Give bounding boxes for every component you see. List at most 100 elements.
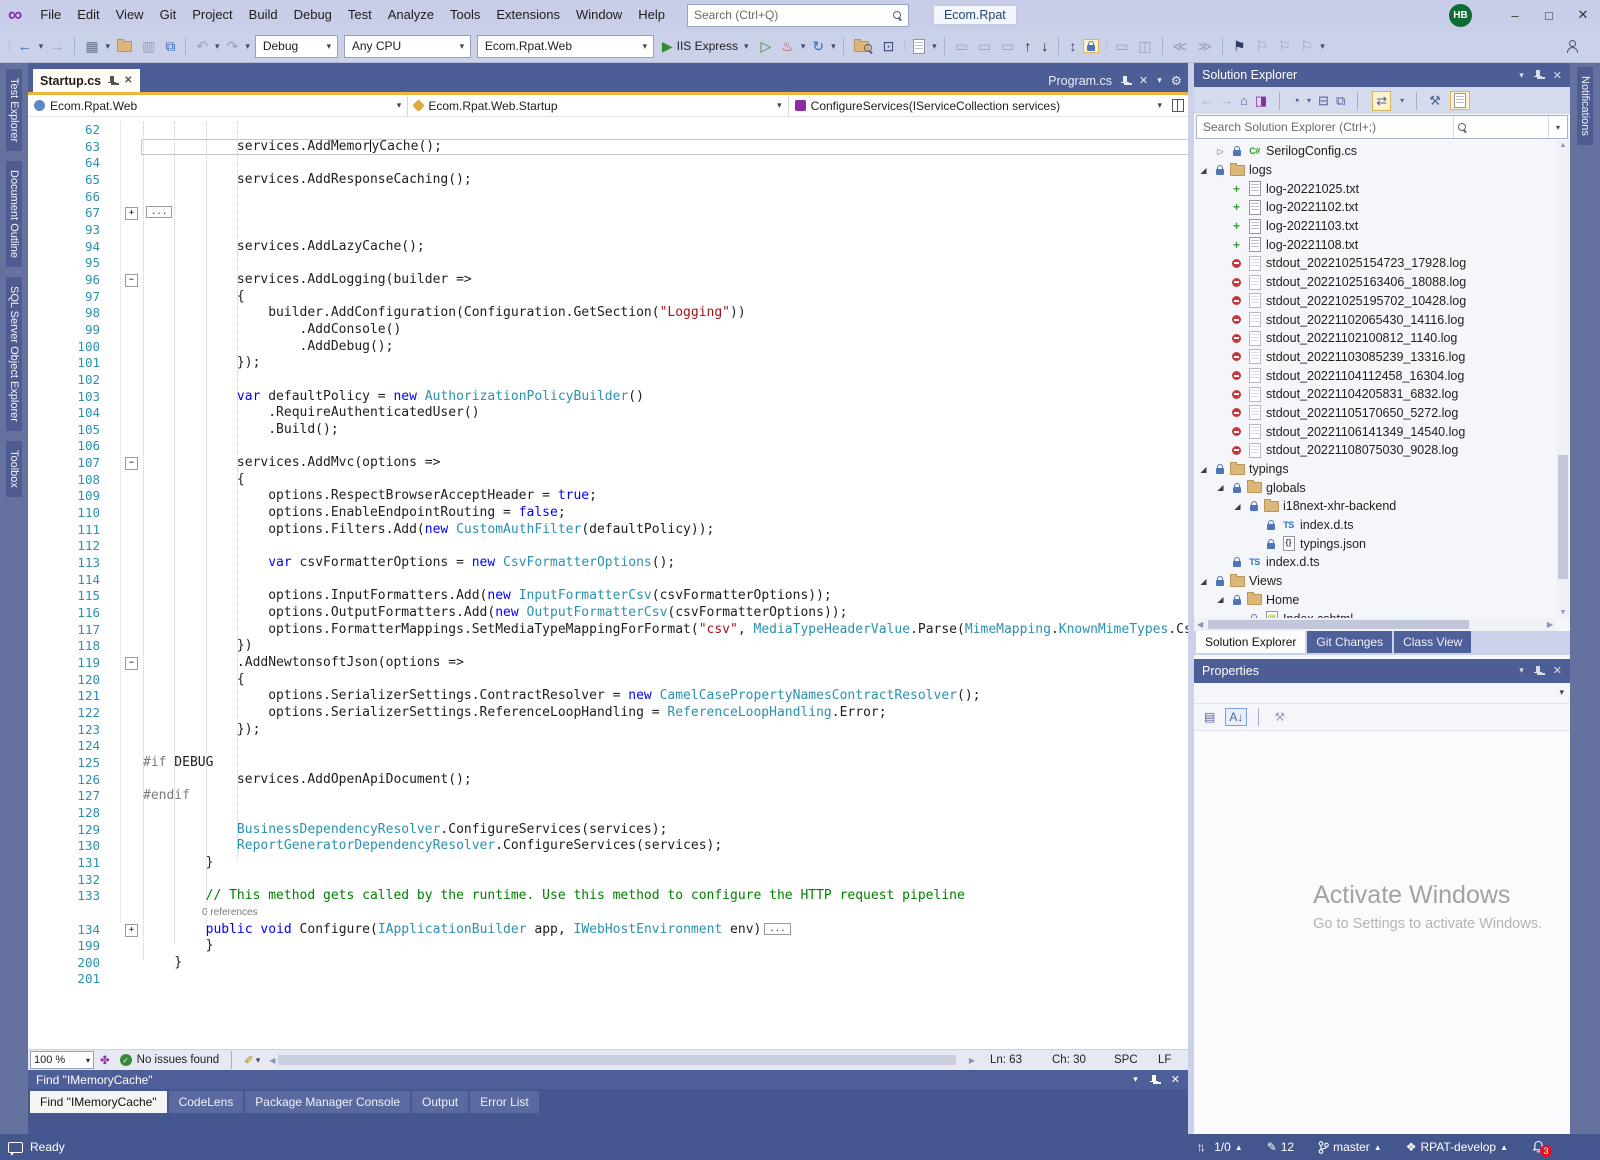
code-line[interactable]: 67 +... bbox=[28, 205, 1188, 222]
code-line[interactable]: 113 var csvFormatterOptions = new CsvFor… bbox=[28, 555, 1188, 572]
member-dropdown[interactable]: ConfigureServices(IServiceCollection ser… bbox=[789, 95, 1168, 116]
code-line[interactable]: 124 bbox=[28, 738, 1188, 755]
navigate-back-button[interactable]: ← bbox=[14, 37, 36, 55]
code-line[interactable]: 101 }); bbox=[28, 355, 1188, 372]
code-line[interactable]: 105 .Build(); bbox=[28, 422, 1188, 439]
chevron-down-icon[interactable]: ▾ bbox=[801, 41, 806, 52]
tree-item[interactable]: stdout_20221102065430_14116.log bbox=[1194, 310, 1570, 329]
menu-analyze[interactable]: Analyze bbox=[380, 4, 442, 25]
parameter-info-button[interactable]: ◫ bbox=[1134, 37, 1155, 55]
tree-item[interactable]: stdout_20221104205831_6832.log bbox=[1194, 385, 1570, 404]
code-line[interactable]: 98 builder.AddConfiguration(Configuratio… bbox=[28, 305, 1188, 322]
code-line[interactable]: 96 − services.AddLogging(builder => bbox=[28, 272, 1188, 289]
document-health-icon[interactable]: ✤ bbox=[100, 1053, 110, 1067]
chevron-down-icon[interactable]: ▾ bbox=[215, 41, 220, 52]
toggle-bookmark-button[interactable]: ⚑ bbox=[1229, 37, 1250, 55]
scroll-left-icon[interactable]: ◀ bbox=[266, 1056, 278, 1065]
bottom-tab-error-list[interactable]: Error List bbox=[470, 1091, 539, 1113]
chevron-down-icon[interactable]: ▾ bbox=[831, 41, 836, 52]
tree-item[interactable]: stdout_20221104112458_16304.log bbox=[1194, 366, 1570, 385]
chevron-down-icon[interactable]: ▾ bbox=[932, 41, 937, 52]
pin-icon[interactable] bbox=[1121, 75, 1130, 86]
menu-file[interactable]: File bbox=[32, 4, 69, 25]
move-line-up-button[interactable]: ↑ bbox=[1020, 37, 1035, 55]
menu-window[interactable]: Window bbox=[568, 4, 630, 25]
menu-extensions[interactable]: Extensions bbox=[488, 4, 568, 25]
startup-project-dropdown[interactable]: Ecom.Rpat.Web ▾ bbox=[476, 34, 654, 58]
expanded-arrow-icon[interactable]: ◢ bbox=[1198, 577, 1209, 586]
scroll-up-icon[interactable]: ▲ bbox=[1556, 142, 1570, 149]
tree-item[interactable]: + log-20221025.txt bbox=[1194, 179, 1570, 198]
code-line[interactable]: 134 + public void Configure(IApplicationB… bbox=[28, 922, 1188, 939]
switch-views-icon[interactable]: ◨ bbox=[1255, 93, 1267, 109]
sidebar-tab-test-explorer[interactable]: Test Explorer bbox=[6, 69, 22, 152]
code-line[interactable]: 127 #endif bbox=[28, 788, 1188, 805]
code-line[interactable]: 201 bbox=[28, 971, 1188, 988]
code-line[interactable]: 119 − .AddNewtonsoftJson(options => bbox=[28, 655, 1188, 672]
code-line[interactable]: 100 .AddDebug(); bbox=[28, 339, 1188, 356]
bottom-tab-package-manager-console[interactable]: Package Manager Console bbox=[245, 1091, 411, 1113]
tree-item[interactable]: + log-20221102.txt bbox=[1194, 198, 1570, 217]
find-results-titlebar[interactable]: Find "IMemoryCache" ▾ ✕ bbox=[28, 1070, 1188, 1089]
code-line[interactable]: 93 bbox=[28, 222, 1188, 239]
menu-edit[interactable]: Edit bbox=[69, 4, 107, 25]
code-line[interactable]: 63 services.AddMemor yCache(); bbox=[28, 138, 1188, 156]
collapse-all-icon[interactable]: ⊟ bbox=[1318, 93, 1329, 109]
properties-header[interactable]: Properties ▾ ✕ bbox=[1194, 658, 1570, 683]
scrollbar-thumb[interactable] bbox=[1558, 455, 1568, 580]
tree-item[interactable]: {} typings.json bbox=[1194, 534, 1570, 553]
forward-icon[interactable]: → bbox=[1220, 93, 1233, 108]
code-line[interactable]: 95 bbox=[28, 255, 1188, 272]
back-icon[interactable]: ← bbox=[1200, 93, 1213, 108]
notifications-bell[interactable]: 3 bbox=[1532, 1140, 1552, 1157]
tree-item[interactable]: ◢ i18next-xhr-backend bbox=[1194, 497, 1570, 516]
chevron-down-icon[interactable]: ▾ bbox=[1320, 41, 1325, 52]
tree-item[interactable]: ◢ typings bbox=[1194, 460, 1570, 479]
menu-git[interactable]: Git bbox=[152, 4, 185, 25]
code-line[interactable]: 62 bbox=[28, 122, 1188, 139]
code-line[interactable]: 129 BusinessDependencyResolver.Configure… bbox=[28, 822, 1188, 839]
open-folder-button[interactable] bbox=[113, 38, 136, 54]
code-line[interactable]: 122 options.SerializerSettings.Reference… bbox=[28, 705, 1188, 722]
code-line[interactable]: 118 }) bbox=[28, 638, 1188, 655]
panel-tab-git-changes[interactable]: Git Changes bbox=[1307, 630, 1393, 653]
chevron-down-icon[interactable]: ▾ bbox=[245, 41, 250, 52]
code-line[interactable]: 115 options.InputFormatters.Add(new Inpu… bbox=[28, 588, 1188, 605]
fold-margin[interactable]: − bbox=[100, 655, 143, 672]
close-icon[interactable]: ✕ bbox=[1553, 664, 1562, 677]
code-line[interactable]: 102 bbox=[28, 372, 1188, 389]
toggle-comment-button[interactable]: ▭ bbox=[951, 37, 972, 55]
panel-tab-class-view[interactable]: Class View bbox=[1394, 630, 1472, 653]
code-line[interactable]: 104 .RequireAuthenticatedUser() bbox=[28, 405, 1188, 422]
git-branch-status[interactable]: master ▲ bbox=[1318, 1140, 1382, 1154]
solution-configuration-dropdown[interactable]: Debug ▾ bbox=[254, 34, 338, 58]
chevron-down-icon[interactable]: ▾ bbox=[39, 41, 44, 52]
document-outline-button[interactable] bbox=[909, 37, 929, 56]
clear-bookmarks-button[interactable]: ⚐ bbox=[1297, 37, 1318, 55]
split-window-button[interactable] bbox=[1168, 95, 1188, 116]
tree-item[interactable]: ◢ Views bbox=[1194, 572, 1570, 591]
bottom-tab-find-imemorycache-[interactable]: Find "IMemoryCache" bbox=[30, 1091, 167, 1113]
collapsed-arrow-icon[interactable]: ▷ bbox=[1215, 147, 1226, 156]
tree-item[interactable]: stdout_20221025195702_10428.log bbox=[1194, 292, 1570, 311]
code-line[interactable]: 97 { bbox=[28, 289, 1188, 306]
preview-selected-items-button[interactable] bbox=[1449, 91, 1470, 110]
tree-item[interactable]: TS index.d.ts bbox=[1194, 553, 1570, 572]
new-project-button[interactable]: ▦ bbox=[81, 37, 102, 55]
toolbar-drag-handle[interactable]: ⁞ bbox=[8, 41, 10, 52]
menu-project[interactable]: Project bbox=[184, 4, 240, 25]
code-editor[interactable]: 62 63 services.AddMemor yCache(); 64 65 serv… bbox=[28, 117, 1188, 1049]
code-line[interactable]: 117 options.FormatterMappings.SetMediaTy… bbox=[28, 622, 1188, 639]
code-line[interactable]: 65 services.AddResponseCaching(); bbox=[28, 172, 1188, 189]
menu-view[interactable]: View bbox=[108, 4, 152, 25]
menu-debug[interactable]: Debug bbox=[286, 4, 340, 25]
search-input[interactable]: Search (Ctrl+Q) bbox=[686, 3, 909, 27]
type-dropdown[interactable]: Ecom.Rpat.Web.Startup ▾ bbox=[408, 95, 789, 116]
collapsed-region-box[interactable]: ... bbox=[146, 206, 173, 219]
close-icon[interactable]: ✕ bbox=[1553, 69, 1562, 82]
expanded-arrow-icon[interactable]: ◢ bbox=[1215, 595, 1226, 604]
editor-horizontal-scrollbar[interactable]: ◀ ▶ bbox=[266, 1055, 978, 1065]
collapse-to-definitions-button[interactable]: ↕ bbox=[1065, 37, 1080, 55]
code-line[interactable]: 126 services.AddOpenApiDocument(); bbox=[28, 772, 1188, 789]
code-line[interactable]: 116 options.OutputFormatters.Add(new Out… bbox=[28, 605, 1188, 622]
